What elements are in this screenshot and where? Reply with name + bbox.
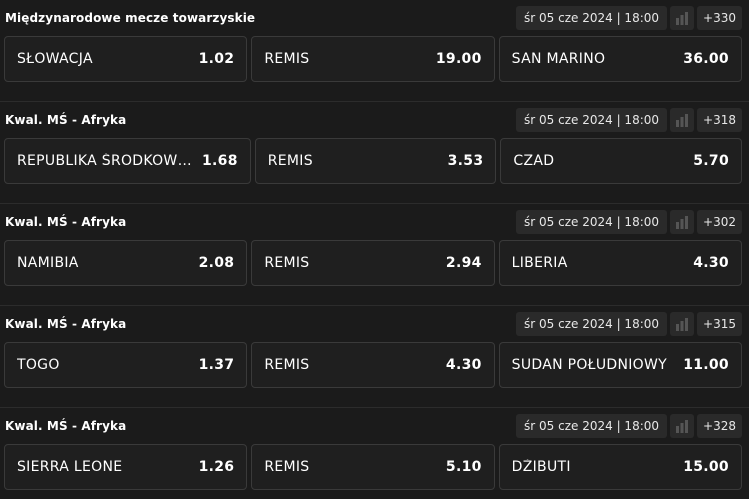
odd-label: SAN MARINO <box>511 51 606 67</box>
league-name: Kwal. MŚ - Afryka <box>5 215 127 229</box>
odd-value: 2.94 <box>445 255 482 271</box>
odds-row: REPUBLIKA ŚRODKOWOA... 1.68 REMIS 3.53 C… <box>0 138 749 184</box>
league-name: Kwal. MŚ - Afryka <box>5 113 127 127</box>
match-list: Międzynarodowe mecze towarzyskie śr 05 c… <box>0 0 749 499</box>
more-markets-button[interactable]: +302 <box>697 210 742 234</box>
more-markets-button[interactable]: +318 <box>697 108 742 132</box>
odd-value: 36.00 <box>683 51 729 67</box>
match-card: Kwal. MŚ - Afryka śr 05 cze 2024 | 18:00… <box>0 102 749 204</box>
odd-value: 1.68 <box>202 153 238 169</box>
odd-value: 5.70 <box>693 153 729 169</box>
odd-value: 4.30 <box>693 255 729 271</box>
stats-button[interactable] <box>670 108 695 132</box>
stats-button[interactable] <box>670 312 695 336</box>
odd-button-away[interactable]: SUDAN POŁUDNIOWY 11.00 <box>498 342 742 388</box>
odd-button-home[interactable]: REPUBLIKA ŚRODKOWOA... 1.68 <box>4 138 251 184</box>
match-datetime: śr 05 cze 2024 | 18:00 <box>516 210 668 234</box>
odd-button-away[interactable]: LIBERIA 4.30 <box>498 240 742 286</box>
odd-label: REPUBLIKA ŚRODKOWOA... <box>17 153 202 169</box>
odd-label: TOGO <box>17 357 60 373</box>
stats-bars-icon <box>676 11 689 25</box>
odd-label: SUDAN POŁUDNIOWY <box>511 357 667 373</box>
odd-label: NAMIBIA <box>17 255 79 271</box>
odd-value: 1.26 <box>198 459 235 475</box>
odd-value: 1.02 <box>198 51 235 67</box>
match-datetime: śr 05 cze 2024 | 18:00 <box>516 108 668 132</box>
league-name: Kwal. MŚ - Afryka <box>5 419 127 433</box>
odd-value: 11.00 <box>683 357 729 373</box>
odd-label: REMIS <box>264 459 310 475</box>
match-header: Kwal. MŚ - Afryka śr 05 cze 2024 | 18:00… <box>0 306 749 342</box>
odd-button-away[interactable]: SAN MARINO 36.00 <box>498 36 742 82</box>
odds-row: NAMIBIA 2.08 REMIS 2.94 LIBERIA 4.30 <box>0 240 749 286</box>
odd-button-home[interactable]: SŁOWACJA 1.02 <box>4 36 248 82</box>
odd-value: 4.30 <box>445 357 482 373</box>
match-datetime: śr 05 cze 2024 | 18:00 <box>516 312 668 336</box>
stats-bars-icon <box>676 113 689 127</box>
match-header: Kwal. MŚ - Afryka śr 05 cze 2024 | 18:00… <box>0 102 749 138</box>
stats-button[interactable] <box>670 414 695 438</box>
stats-bars-icon <box>676 419 689 433</box>
stats-button[interactable] <box>670 6 695 30</box>
odd-value: 5.10 <box>445 459 482 475</box>
odd-value: 1.37 <box>198 357 235 373</box>
odd-button-home[interactable]: TOGO 1.37 <box>4 342 248 388</box>
match-header: Międzynarodowe mecze towarzyskie śr 05 c… <box>0 0 749 36</box>
odd-label: DŻIBUTI <box>511 459 571 475</box>
odds-row: TOGO 1.37 REMIS 4.30 SUDAN POŁUDNIOWY 11… <box>0 342 749 388</box>
odd-button-draw[interactable]: REMIS 5.10 <box>251 444 495 490</box>
match-header: Kwal. MŚ - Afryka śr 05 cze 2024 | 18:00… <box>0 408 749 444</box>
match-header: Kwal. MŚ - Afryka śr 05 cze 2024 | 18:00… <box>0 204 749 240</box>
match-datetime: śr 05 cze 2024 | 18:00 <box>516 6 668 30</box>
odd-label: REMIS <box>264 255 310 271</box>
odds-row: SIERRA LEONE 1.26 REMIS 5.10 DŻIBUTI 15.… <box>0 444 749 490</box>
odd-label: CZAD <box>513 153 555 169</box>
league-name: Kwal. MŚ - Afryka <box>5 317 127 331</box>
odd-button-draw[interactable]: REMIS 19.00 <box>251 36 495 82</box>
more-markets-button[interactable]: +328 <box>697 414 742 438</box>
odd-button-draw[interactable]: REMIS 4.30 <box>251 342 495 388</box>
stats-button[interactable] <box>670 210 695 234</box>
league-name: Międzynarodowe mecze towarzyskie <box>5 11 256 25</box>
odd-value: 15.00 <box>683 459 729 475</box>
odd-button-draw[interactable]: REMIS 2.94 <box>251 240 495 286</box>
odd-value: 2.08 <box>198 255 235 271</box>
odd-label: REMIS <box>267 153 313 169</box>
odd-button-away[interactable]: DŻIBUTI 15.00 <box>498 444 742 490</box>
stats-bars-icon <box>676 215 689 229</box>
more-markets-button[interactable]: +315 <box>697 312 742 336</box>
stats-bars-icon <box>676 317 689 331</box>
odd-label: REMIS <box>264 51 310 67</box>
odd-value: 3.53 <box>447 153 484 169</box>
odds-row: SŁOWACJA 1.02 REMIS 19.00 SAN MARINO 36.… <box>0 36 749 82</box>
odd-label: REMIS <box>264 357 310 373</box>
match-card: Kwal. MŚ - Afryka śr 05 cze 2024 | 18:00… <box>0 306 749 408</box>
match-card: Międzynarodowe mecze towarzyskie śr 05 c… <box>0 0 749 102</box>
match-card: Kwal. MŚ - Afryka śr 05 cze 2024 | 18:00… <box>0 408 749 499</box>
odd-label: LIBERIA <box>511 255 568 271</box>
odd-button-home[interactable]: SIERRA LEONE 1.26 <box>4 444 248 490</box>
odd-button-home[interactable]: NAMIBIA 2.08 <box>4 240 248 286</box>
odd-value: 19.00 <box>435 51 482 67</box>
odd-button-away[interactable]: CZAD 5.70 <box>500 138 742 184</box>
odd-label: SIERRA LEONE <box>17 459 123 475</box>
more-markets-button[interactable]: +330 <box>697 6 742 30</box>
odd-button-draw[interactable]: REMIS 3.53 <box>254 138 497 184</box>
odd-label: SŁOWACJA <box>17 51 93 67</box>
match-datetime: śr 05 cze 2024 | 18:00 <box>516 414 668 438</box>
match-card: Kwal. MŚ - Afryka śr 05 cze 2024 | 18:00… <box>0 204 749 306</box>
